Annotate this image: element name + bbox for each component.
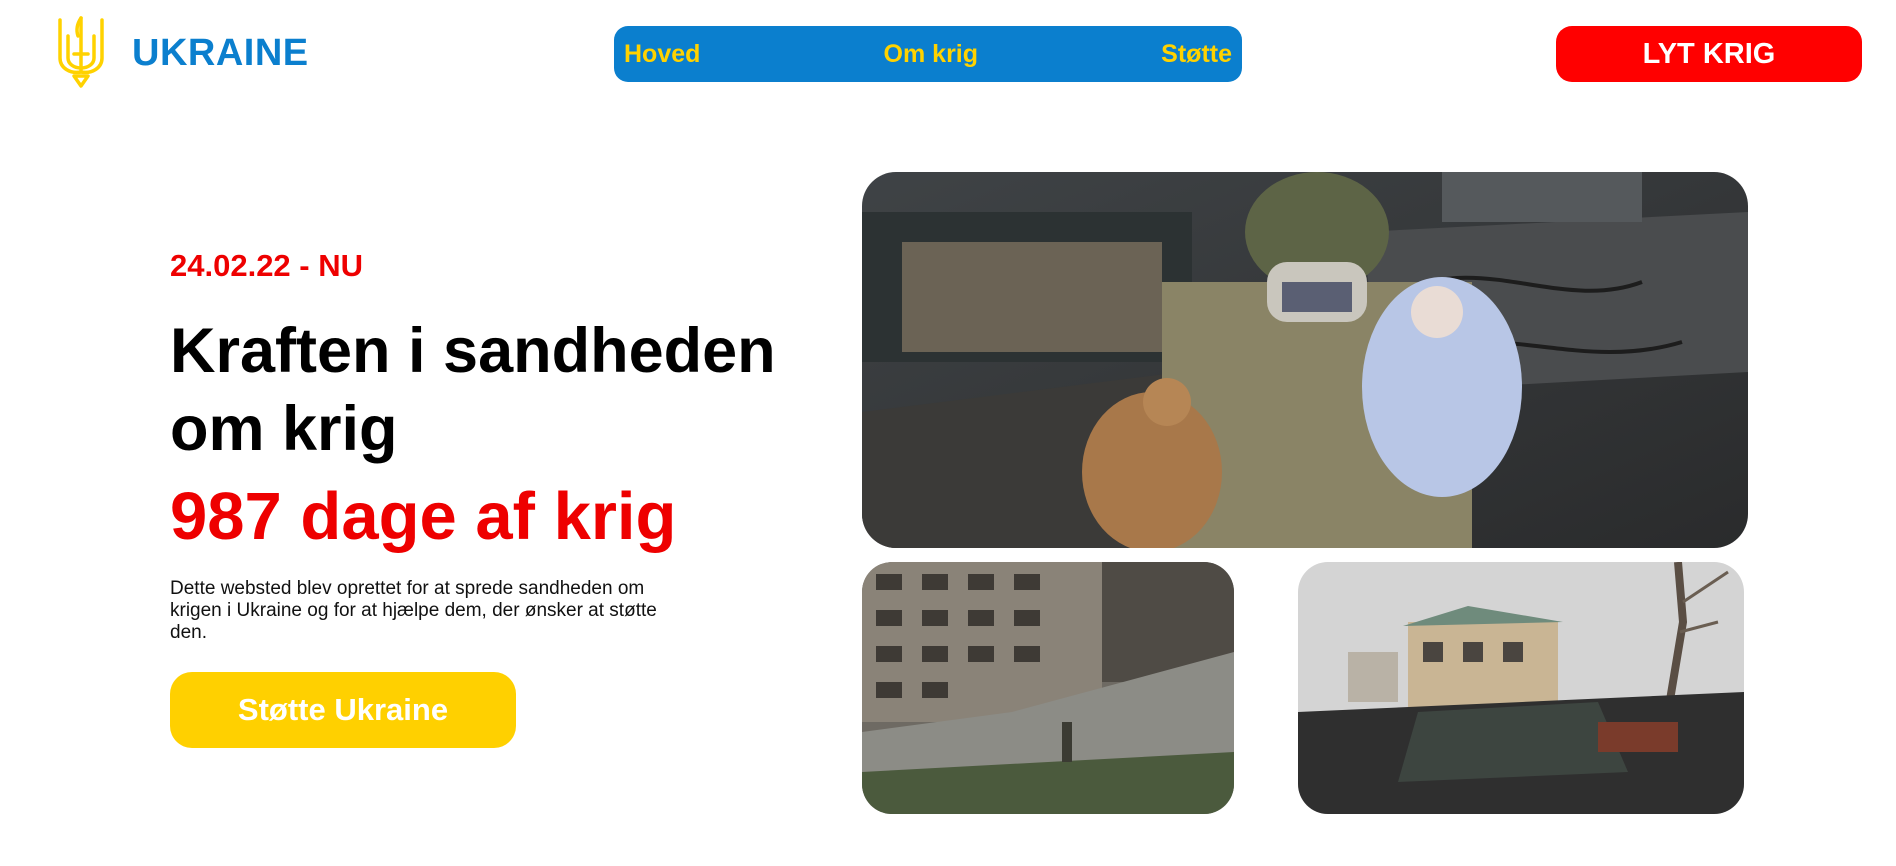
nav-item-hoved[interactable]: Hoved — [624, 40, 700, 69]
trident-icon — [56, 14, 106, 95]
main-nav: Hoved Om krig Støtte — [614, 26, 1242, 82]
destroyed-house-photo — [1298, 562, 1744, 814]
support-ukraine-button[interactable]: Støtte Ukraine — [170, 672, 516, 748]
logo[interactable]: UKRAINE — [56, 14, 308, 95]
nav-item-om-krig[interactable]: Om krig — [884, 40, 978, 69]
destroyed-building-photo — [862, 562, 1234, 814]
date-range: 24.02.22 - NU — [170, 248, 363, 283]
logo-text: UKRAINE — [132, 32, 309, 74]
soldier-with-baby-photo — [862, 172, 1748, 548]
nav-item-stotte[interactable]: Støtte — [1161, 40, 1232, 69]
war-days-counter: 987 dage af krig — [170, 479, 677, 554]
site-description: Dette websted blev oprettet for at spred… — [170, 578, 657, 643]
listen-war-button[interactable]: LYT KRIG — [1556, 26, 1862, 82]
page-title: Kraften i sandheden om krig — [170, 316, 776, 464]
